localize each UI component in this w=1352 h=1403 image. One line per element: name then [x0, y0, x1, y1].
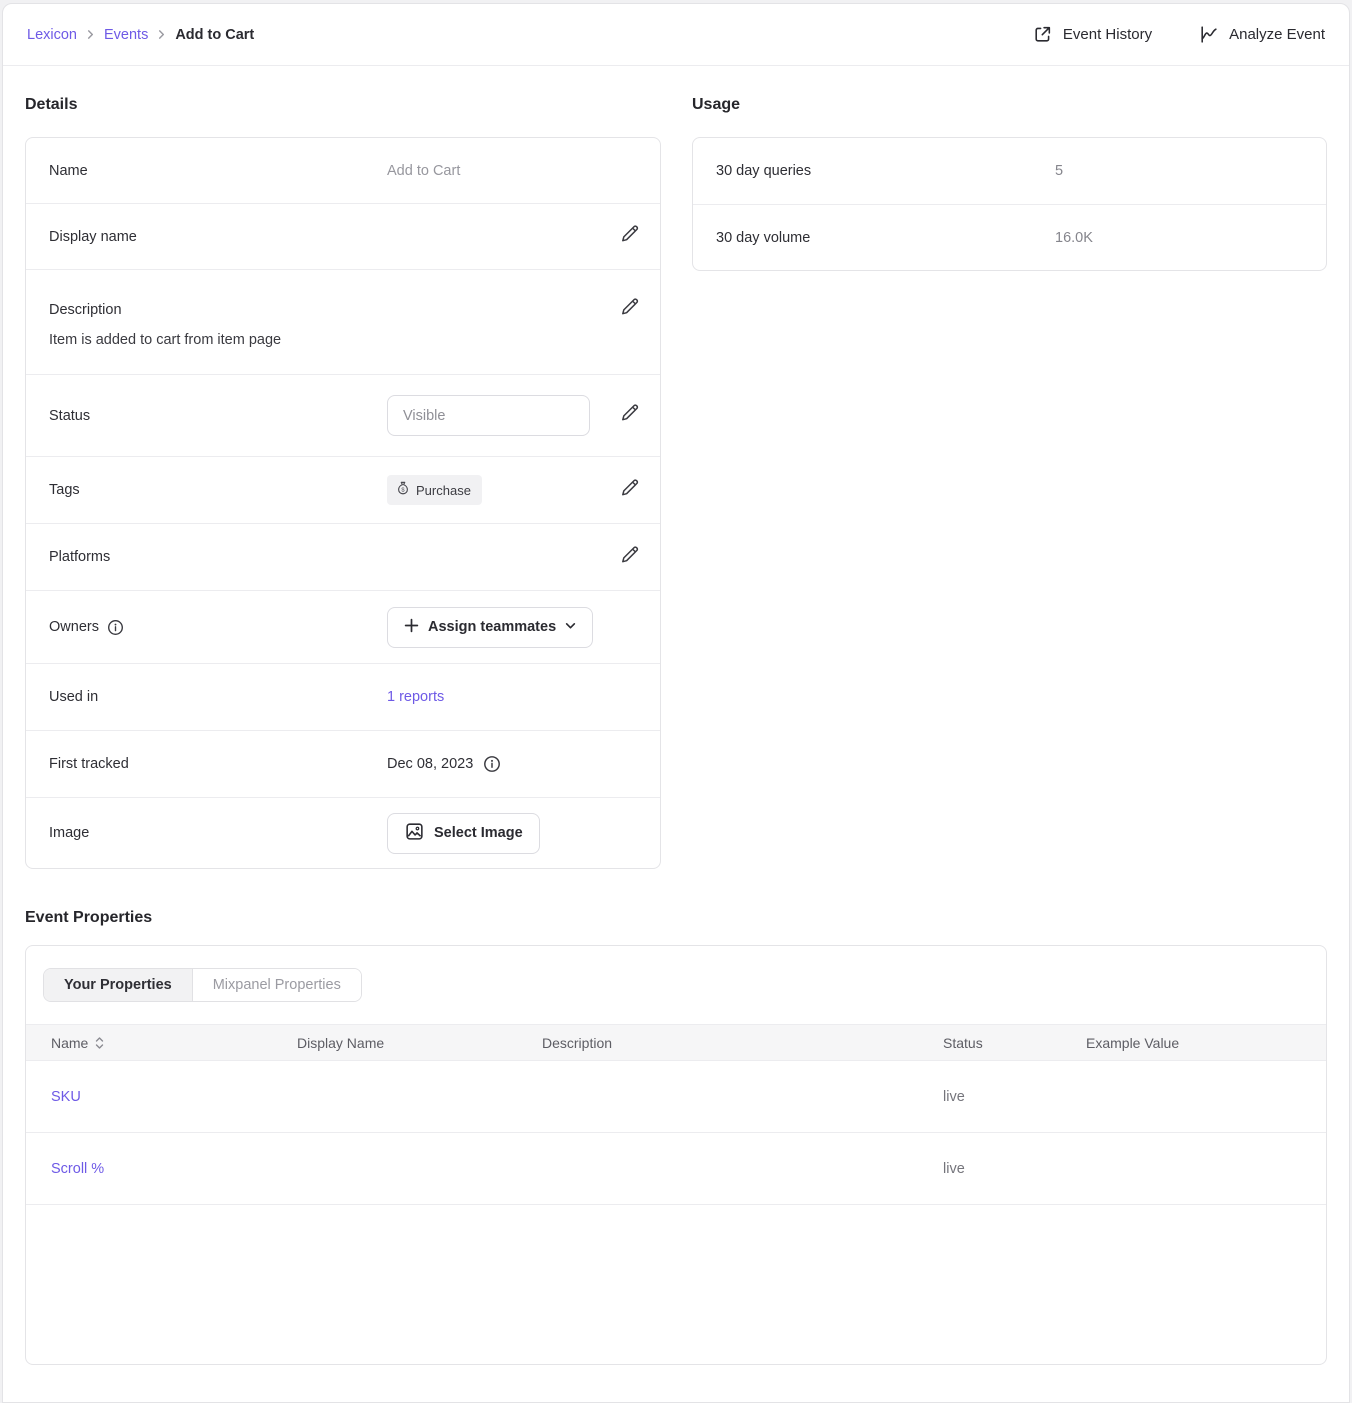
- column-header-status: Status: [943, 1035, 1086, 1051]
- info-icon[interactable]: [483, 755, 501, 773]
- tags-label: Tags: [49, 482, 387, 498]
- detail-row-used-in: Used in 1 reports: [26, 663, 660, 730]
- assign-teammates-label: Assign teammates: [428, 619, 556, 635]
- event-properties-heading: Event Properties: [25, 909, 1327, 927]
- edit-status-button[interactable]: [598, 402, 660, 429]
- property-name-link[interactable]: SKU: [51, 1089, 297, 1105]
- table-row-scroll-pct[interactable]: Scroll % live: [26, 1133, 1326, 1205]
- status-label: Status: [49, 408, 387, 424]
- image-label: Image: [49, 825, 387, 841]
- usage-queries-value: 5: [1055, 163, 1063, 179]
- usage-heading: Usage: [692, 96, 1327, 114]
- tab-your-properties[interactable]: Your Properties: [44, 969, 193, 1001]
- plus-icon: [404, 618, 419, 637]
- detail-row-description: Description Item is added to cart from i…: [26, 269, 660, 374]
- svg-text:$: $: [401, 488, 405, 494]
- pencil-icon: [618, 223, 640, 250]
- first-tracked-label: First tracked: [49, 756, 387, 772]
- tag-chip-label: Purchase: [416, 483, 471, 498]
- select-image-label: Select Image: [434, 825, 523, 841]
- lexicon-event-detail-page: Lexicon Events Add to Cart Event History: [2, 3, 1350, 1403]
- select-image-button[interactable]: Select Image: [387, 813, 540, 854]
- breadcrumb-events[interactable]: Events: [104, 27, 148, 43]
- edit-tags-button[interactable]: [598, 477, 660, 504]
- display-name-label: Display name: [49, 229, 387, 245]
- top-bar: Lexicon Events Add to Cart Event History: [3, 4, 1349, 66]
- tab-mixpanel-properties[interactable]: Mixpanel Properties: [193, 969, 361, 1001]
- property-status: live: [943, 1089, 1086, 1105]
- column-header-example-value: Example Value: [1086, 1035, 1326, 1051]
- analyze-event-label: Analyze Event: [1229, 26, 1325, 43]
- breadcrumb-lexicon[interactable]: Lexicon: [27, 27, 77, 43]
- property-status: live: [943, 1161, 1086, 1177]
- usage-queries-label: 30 day queries: [716, 163, 1055, 179]
- details-section: Details Name Add to Cart Display name: [25, 96, 661, 869]
- properties-table-header: Name Display Name Description Status Exa…: [26, 1024, 1326, 1061]
- column-header-name[interactable]: Name: [51, 1035, 297, 1051]
- pencil-icon: [618, 402, 640, 429]
- sort-icon: [95, 1036, 104, 1050]
- column-name-label: Name: [51, 1035, 88, 1051]
- description-label: Description: [49, 302, 598, 318]
- pencil-icon: [618, 544, 640, 571]
- breadcrumb-current: Add to Cart: [175, 27, 254, 43]
- info-icon[interactable]: [107, 619, 124, 636]
- usage-row-volume: 30 day volume 16.0K: [693, 204, 1326, 270]
- top-actions: Event History Analyze Event: [1032, 24, 1325, 45]
- usage-section: Usage 30 day queries 5 30 day volume 16.…: [692, 96, 1327, 271]
- tag-chip-purchase[interactable]: $ Purchase: [387, 475, 482, 505]
- detail-row-tags: Tags $ Purchase: [26, 456, 660, 523]
- usage-row-queries: 30 day queries 5: [693, 138, 1326, 204]
- chevron-right-icon: [86, 30, 95, 39]
- used-in-reports-link[interactable]: 1 reports: [387, 689, 444, 705]
- external-link-icon: [1032, 24, 1053, 45]
- main-content: Details Name Add to Cart Display name: [3, 66, 1349, 1365]
- detail-row-name: Name Add to Cart: [26, 138, 660, 203]
- image-icon: [404, 821, 425, 846]
- assign-teammates-button[interactable]: Assign teammates: [387, 607, 593, 648]
- properties-tab-group: Your Properties Mixpanel Properties: [43, 968, 362, 1002]
- usage-volume-label: 30 day volume: [716, 230, 1055, 246]
- detail-row-first-tracked: First tracked Dec 08, 2023: [26, 730, 660, 797]
- details-card: Name Add to Cart Display name: [25, 137, 661, 869]
- owners-label: Owners: [49, 619, 99, 635]
- event-properties-section: Event Properties Your Properties Mixpane…: [25, 909, 1327, 1365]
- used-in-label: Used in: [49, 689, 387, 705]
- usage-volume-value: 16.0K: [1055, 230, 1093, 246]
- breadcrumb: Lexicon Events Add to Cart: [27, 27, 254, 43]
- edit-platforms-button[interactable]: [598, 544, 660, 571]
- detail-row-display-name: Display name: [26, 203, 660, 269]
- usage-card: 30 day queries 5 30 day volume 16.0K: [692, 137, 1327, 271]
- event-history-button[interactable]: Event History: [1032, 24, 1152, 45]
- event-history-label: Event History: [1063, 26, 1152, 43]
- detail-row-owners: Owners Assign teammates: [26, 590, 660, 663]
- detail-row-platforms: Platforms: [26, 523, 660, 590]
- detail-row-image: Image Select Image: [26, 797, 660, 868]
- properties-table: Name Display Name Description Status Exa…: [26, 1024, 1326, 1205]
- platforms-label: Platforms: [49, 549, 387, 565]
- name-label: Name: [49, 163, 387, 179]
- pencil-icon: [618, 477, 640, 504]
- column-header-description: Description: [542, 1035, 943, 1051]
- table-row-sku[interactable]: SKU live: [26, 1061, 1326, 1133]
- line-chart-icon: [1198, 24, 1219, 45]
- event-properties-card: Your Properties Mixpanel Properties Name…: [25, 945, 1327, 1365]
- property-name-link[interactable]: Scroll %: [51, 1161, 297, 1177]
- name-value: Add to Cart: [387, 163, 660, 179]
- column-header-display-name: Display Name: [297, 1035, 542, 1051]
- money-bag-icon: $: [396, 481, 410, 499]
- edit-description-button[interactable]: [598, 296, 660, 323]
- status-input[interactable]: Visible: [387, 395, 590, 436]
- chevron-down-icon: [565, 619, 576, 635]
- edit-display-name-button[interactable]: [598, 223, 660, 250]
- analyze-event-button[interactable]: Analyze Event: [1198, 24, 1325, 45]
- detail-row-status: Status Visible: [26, 374, 660, 456]
- chevron-right-icon: [157, 30, 166, 39]
- pencil-icon: [618, 296, 640, 323]
- description-value: Item is added to cart from item page: [49, 332, 660, 348]
- details-heading: Details: [25, 96, 661, 114]
- first-tracked-value: Dec 08, 2023: [387, 756, 473, 772]
